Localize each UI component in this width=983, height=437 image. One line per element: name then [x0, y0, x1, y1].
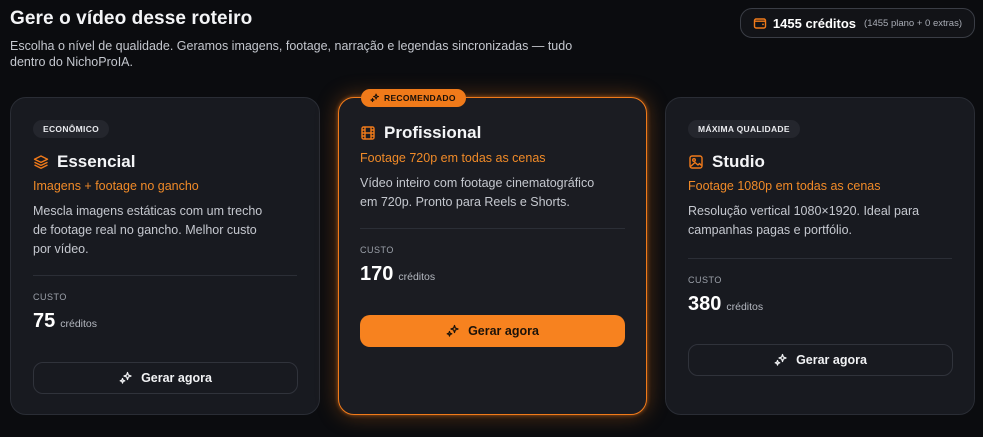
button-label: Gerar agora: [468, 324, 539, 338]
cost-row: 170 créditos: [360, 263, 435, 286]
sparkles-icon: [370, 93, 380, 103]
cost-row: 380 créditos: [688, 293, 763, 316]
cost-row: 75 créditos: [33, 310, 97, 333]
cost-unit: créditos: [60, 318, 98, 330]
generate-button-essencial[interactable]: Gerar agora: [33, 362, 298, 394]
cost-label: CUSTO: [688, 275, 722, 285]
card-title-row: Profissional: [360, 123, 481, 143]
card-title-row: Studio: [688, 152, 765, 172]
card-title: Profissional: [384, 123, 482, 142]
sparkles-icon: [774, 353, 788, 367]
cost-label: CUSTO: [33, 292, 67, 302]
cost-value: 380: [688, 293, 722, 315]
card-title: Studio: [712, 152, 765, 171]
card-description: Resolução vertical 1080×1920. Ideal para…: [688, 202, 958, 240]
credits-balance[interactable]: 1455 créditos (1455 plano + 0 extras): [739, 8, 975, 38]
card-description-line: em 720p. Pronto para Reels e Shorts.: [360, 195, 570, 209]
credits-total: 1455 créditos: [772, 15, 857, 31]
card-description-line: Vídeo inteiro com footage cinematográfic…: [360, 176, 595, 190]
generate-button-profissional[interactable]: Gerar agora: [360, 315, 625, 347]
card-description-line: campanhas pagas e portfólio.: [688, 223, 852, 237]
card-title-row: Essencial: [33, 152, 135, 172]
cost-value: 75: [33, 310, 56, 332]
layers-icon: [33, 154, 49, 170]
divider: [33, 275, 297, 276]
card-description-line: Mescla imagens estáticas com um trecho: [33, 204, 263, 218]
page-subtitle-line-2: dentro do NichoProIA.: [10, 55, 133, 69]
divider: [688, 258, 952, 259]
divider: [360, 228, 625, 229]
recommended-badge: RECOMENDADO: [361, 89, 466, 107]
plan-card-studio: MÁXIMA QUALIDADE Studio Footage 1080p em…: [665, 97, 975, 415]
page-subtitle: Escolha o nível de qualidade. Geramos im…: [10, 38, 650, 70]
credits-detail: (1455 plano + 0 extras): [864, 17, 962, 29]
plan-card-profissional: RECOMENDADO Profissional Footage 720p em…: [338, 89, 647, 415]
card-description: Mescla imagens estáticas com um trecho d…: [33, 202, 303, 259]
recommended-label: RECOMENDADO: [384, 93, 456, 103]
button-label: Gerar agora: [141, 371, 212, 385]
card-description-line: de footage real no gancho. Melhor custo: [33, 223, 257, 237]
sparkles-icon: [119, 371, 133, 385]
card-description-line: Resolução vertical 1080×1920. Ideal para: [688, 204, 920, 218]
tier-badge: ECONÔMICO: [33, 120, 110, 138]
card-tagline: Imagens + footage no gancho: [33, 179, 199, 193]
card-tagline: Footage 1080p em todas as cenas: [688, 179, 881, 193]
card-tagline: Footage 720p em todas as cenas: [360, 151, 546, 165]
page-title: Gere o vídeo desse roteiro: [10, 8, 253, 29]
card-title: Essencial: [57, 152, 136, 171]
page-subtitle-line-1: Escolha o nível de qualidade. Geramos im…: [10, 39, 573, 53]
wallet-icon: [753, 16, 767, 30]
cost-unit: créditos: [726, 301, 764, 313]
cost-unit: créditos: [398, 271, 436, 283]
tier-badge: MÁXIMA QUALIDADE: [688, 120, 800, 138]
image-icon: [688, 154, 704, 170]
card-description: Vídeo inteiro com footage cinematográfic…: [360, 174, 635, 212]
plan-card-essencial: ECONÔMICO Essencial Imagens + footage no…: [10, 97, 320, 415]
sparkles-icon: [446, 324, 460, 338]
cost-label: CUSTO: [360, 245, 394, 255]
button-label: Gerar agora: [796, 353, 867, 367]
film-icon: [360, 125, 376, 141]
card-description-line: por vídeo.: [33, 242, 89, 256]
page-header: Gere o vídeo desse roteiro Escolha o nív…: [10, 8, 650, 70]
cost-value: 170: [360, 263, 394, 285]
generate-button-studio[interactable]: Gerar agora: [688, 344, 953, 376]
